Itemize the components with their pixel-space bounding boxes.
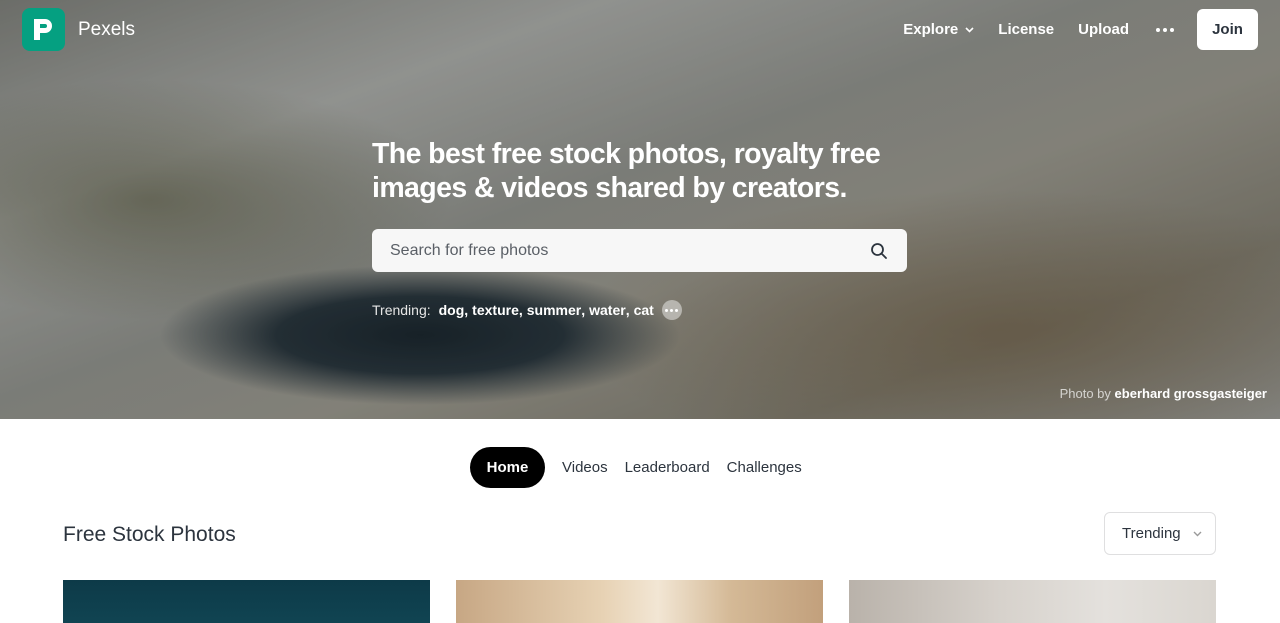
trending-more-icon[interactable] (661, 300, 682, 320)
tab-videos[interactable]: Videos (562, 459, 608, 476)
search-bar (372, 229, 907, 272)
top-navigation: Explore License Upload Join (903, 9, 1258, 50)
nav-license[interactable]: License (998, 21, 1054, 38)
trending-tag-cat[interactable]: cat (634, 302, 654, 318)
chevron-down-icon (965, 26, 974, 33)
main-tabs: Home Videos Leaderboard Challenges (470, 447, 819, 488)
tab-leaderboard[interactable]: Leaderboard (625, 459, 710, 476)
photo-credit-author[interactable]: eberhard grossgasteiger (1115, 386, 1267, 401)
hero-banner: Pexels Explore License Upload Join The b… (0, 0, 1280, 419)
hero-headline-line1: The best free stock photos, royalty free (372, 138, 881, 170)
chevron-down-icon (1193, 531, 1202, 536)
pexels-logo-icon (22, 8, 65, 51)
trending-tag-water[interactable]: water (589, 302, 626, 318)
nav-explore[interactable]: Explore (903, 21, 974, 38)
search-icon[interactable] (869, 241, 889, 261)
trending-label: Trending: (372, 302, 431, 318)
photo-card[interactable] (63, 580, 430, 623)
trending-searches: Trending: dog, texture, summer, water, c… (372, 300, 682, 320)
photo-card[interactable] (849, 580, 1216, 623)
more-horizontal-icon[interactable] (1153, 27, 1177, 32)
logo[interactable]: Pexels (22, 8, 135, 51)
tab-challenges[interactable]: Challenges (727, 459, 802, 476)
trending-tag-texture[interactable]: texture (472, 302, 519, 318)
sort-select[interactable]: Trending (1104, 512, 1216, 555)
nav-upload[interactable]: Upload (1078, 21, 1129, 38)
photo-credit-prefix: Photo by (1059, 386, 1111, 401)
sort-selected-value: Trending (1122, 525, 1181, 542)
section-title: Free Stock Photos (63, 523, 236, 546)
search-input[interactable] (390, 241, 861, 260)
trending-tag-summer[interactable]: summer (527, 302, 581, 318)
hero-headline-line2: images & videos shared by creators. (372, 172, 847, 204)
nav-explore-label: Explore (903, 21, 959, 38)
join-button[interactable]: Join (1197, 9, 1258, 50)
tab-home[interactable]: Home (470, 447, 545, 488)
brand-name: Pexels (78, 18, 136, 40)
photo-credit[interactable]: Photo by eberhard grossgasteiger (1060, 386, 1267, 401)
photo-card[interactable] (456, 580, 823, 623)
hero-headline: The best free stock photos, royalty free… (372, 137, 912, 205)
trending-tag-dog[interactable]: dog (439, 302, 465, 318)
